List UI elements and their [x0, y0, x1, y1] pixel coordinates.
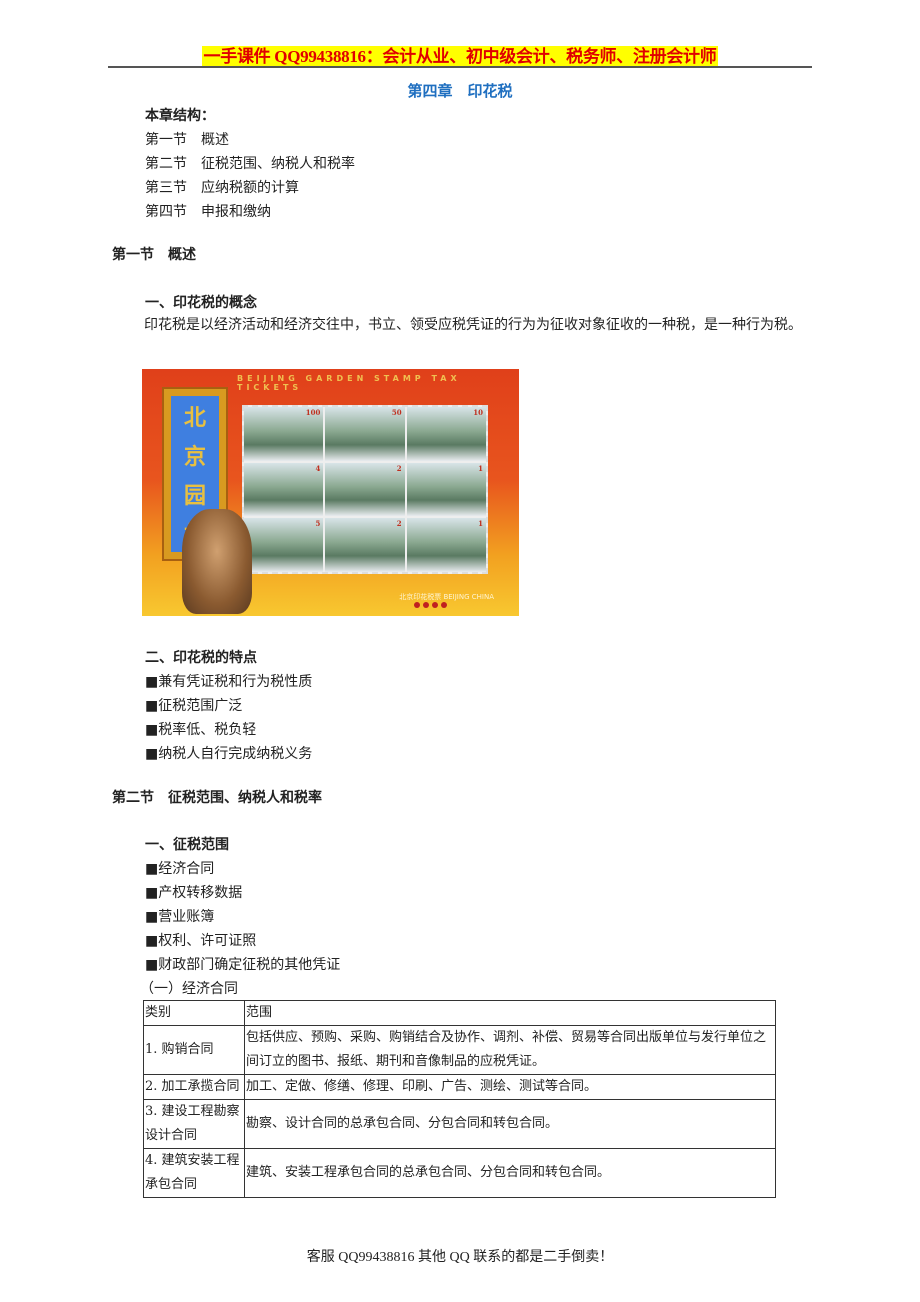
feature-item: ■兼有凭证税和行为税性质 — [145, 674, 313, 690]
structure-item: 第二节 征税范围、纳税人和税率 — [145, 156, 355, 172]
table-header-cell: 类别 — [143, 1000, 245, 1026]
stamp-grid: 100 50 10 4 2 1 5 2 1 — [242, 405, 488, 574]
table-cell-category: 4. 建筑安装工程承包合同 — [143, 1148, 245, 1198]
title-char: 北 — [183, 404, 206, 431]
table-row: 1. 购销合同 包括供应、预购、采购、购销结合及协作、调剂、补偿、贸易等合同出版… — [143, 1025, 776, 1075]
chapter-title: 第四章 印花税 — [407, 82, 513, 100]
header-banner: 一手课件 QQ99438816：会计从业、初中级会计、税务师、注册会计师 — [0, 42, 920, 67]
stamp: 10 — [406, 407, 486, 461]
section-1-title: 第一节 概述 — [112, 247, 196, 263]
stamp-value: 50 — [391, 408, 402, 417]
table-row: 3. 建设工程勘察设计合同 勘察、设计合同的总承包合同、分包合同和转包合同。 — [143, 1099, 776, 1149]
stamp-value: 1 — [478, 519, 483, 529]
stamp-caption: BEIJING GARDEN STAMP TAX TICKETS — [237, 374, 461, 392]
table-row: 2. 加工承揽合同 加工、定做、修缮、修理、印刷、广告、测绘、测试等合同。 — [143, 1074, 776, 1100]
stamp: 2 — [325, 518, 405, 572]
stamp: 50 — [325, 407, 405, 461]
stamp-value: 4 — [315, 463, 321, 473]
table-cell-scope: 勘察、设计合同的总承包合同、分包合同和转包合同。 — [244, 1099, 776, 1149]
lion-statue-figure — [182, 509, 252, 614]
stamp-value: 1 — [478, 463, 483, 473]
stamp-brand: 北京印花税票 BEIJING CHINA — [399, 593, 494, 601]
scope-item: ■经济合同 — [145, 861, 215, 877]
table-header-row: 类别 范围 — [143, 1000, 776, 1026]
table-row: 4. 建筑安装工程承包合同 建筑、安装工程承包合同的总承包合同、分包合同和转包合… — [143, 1148, 776, 1198]
scope-item: ■产权转移数据 — [145, 885, 243, 901]
table-header-cell: 范围 — [244, 1000, 776, 1026]
table-cell-scope: 加工、定做、修缮、修理、印刷、广告、测绘、测试等合同。 — [244, 1074, 776, 1100]
table-cell-category: 3. 建设工程勘察设计合同 — [143, 1099, 245, 1149]
title-char: 京 — [183, 443, 206, 470]
stamp-value: 2 — [396, 463, 402, 473]
stamp: 1 — [406, 462, 486, 517]
scope-item: ■营业账簿 — [145, 909, 215, 925]
stamp-value: 2 — [396, 519, 402, 529]
seal-dots — [414, 602, 447, 608]
stamp-value: 10 — [473, 408, 483, 417]
stamp-value: 100 — [305, 408, 321, 417]
feature-item: ■纳税人自行完成纳税义务 — [145, 746, 313, 762]
feature-item: ■征税范围广泛 — [145, 698, 243, 714]
feature-item: ■税率低、税负轻 — [145, 722, 257, 738]
header-rule — [108, 66, 812, 68]
stamp: 100 — [244, 407, 324, 461]
concept-heading: 一、印花税的概念 — [145, 295, 257, 311]
title-char: 园 — [183, 482, 206, 509]
features-heading: 二、印花税的特点 — [145, 650, 257, 666]
structure-item: 第一节 概述 — [145, 132, 229, 148]
stamp: 1 — [406, 518, 486, 572]
stamp: 5 — [244, 518, 324, 572]
section-2-title: 第二节 征税范围、纳税人和税率 — [112, 790, 322, 806]
stamp: 4 — [244, 462, 324, 517]
table-cell-scope: 包括供应、预购、采购、购销结合及协作、调剂、补偿、贸易等合同出版单位与发行单位之… — [244, 1025, 776, 1075]
stamp-sheet-image: BEIJING GARDEN STAMP TAX TICKETS 北 京 园 林… — [142, 369, 519, 616]
economic-contract-table: 类别 范围 1. 购销合同 包括供应、预购、采购、购销结合及协作、调剂、补偿、贸… — [143, 1000, 776, 1198]
scope-item: ■权利、许可证照 — [145, 933, 257, 949]
table-cell-scope: 建筑、安装工程承包合同的总承包合同、分包合同和转包合同。 — [244, 1148, 776, 1198]
banner-text: 一手课件 QQ99438816：会计从业、初中级会计、税务师、注册会计师 — [201, 46, 719, 67]
structure-item: 第四节 申报和缴纳 — [145, 204, 271, 220]
scope-heading: 一、征税范围 — [145, 837, 229, 853]
table-caption: （一）经济合同 — [140, 981, 238, 997]
stamp-value: 5 — [315, 519, 321, 529]
structure-heading: 本章结构： — [145, 108, 215, 124]
scope-item: ■财政部门确定征税的其他凭证 — [145, 957, 341, 973]
concept-paragraph: 印花税是以经济活动和经济交往中，书立、领受应税凭证的行为为征收对象征收的一种税，… — [144, 317, 802, 333]
table-cell-category: 1. 购销合同 — [143, 1025, 245, 1075]
table-cell-category: 2. 加工承揽合同 — [143, 1074, 245, 1100]
footer-notice: 客服 QQ99438816 其他 QQ 联系的都是二手倒卖！ — [306, 1250, 614, 1265]
structure-item: 第三节 应纳税额的计算 — [145, 180, 299, 196]
stamp: 2 — [325, 462, 405, 517]
